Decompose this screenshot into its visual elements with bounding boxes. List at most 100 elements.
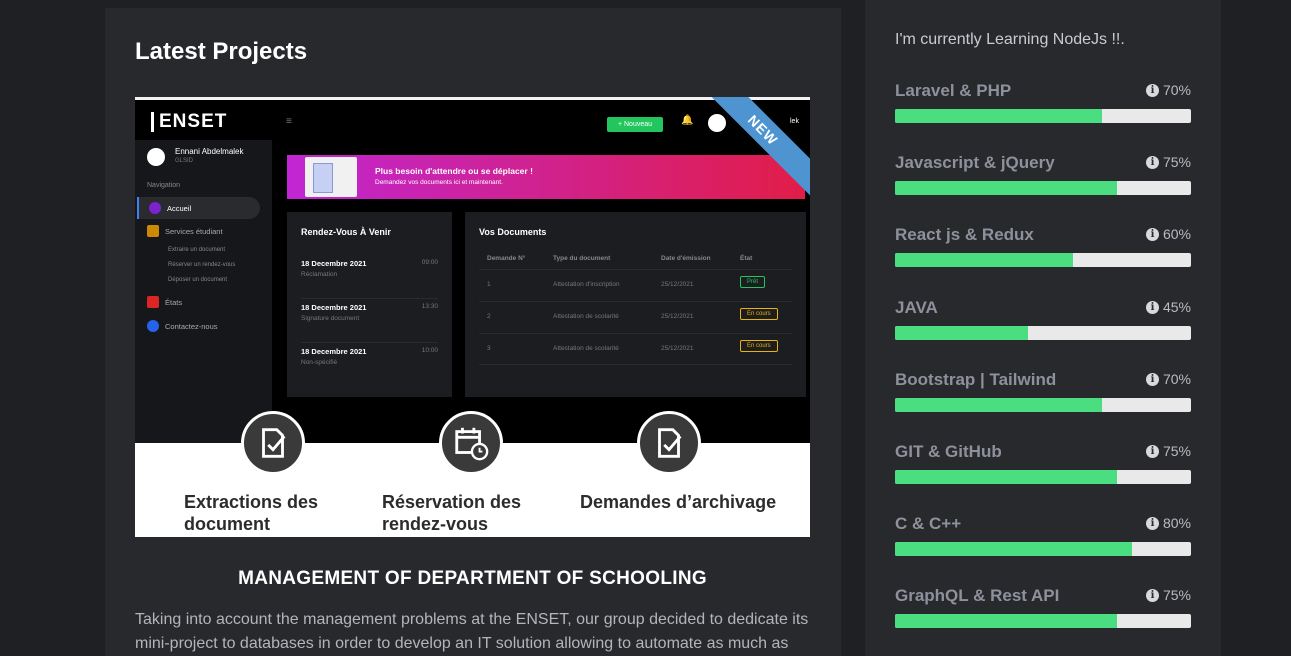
feature-label: Extractions des document (184, 491, 318, 535)
documents-row: 3 Attestation de scolarité 25/12/2021 En… (479, 333, 792, 365)
skill-progress-fill (895, 253, 1073, 267)
skill-progress-fill (895, 109, 1103, 123)
appointment-desc: Non-spécifié (301, 359, 338, 366)
doc-status-badge: Prêt (740, 276, 766, 288)
documents-header: Date d'émission (661, 255, 711, 262)
skill-item: Bootstrap | Tailwind i 70% (895, 370, 1191, 412)
info-icon[interactable]: i (1145, 372, 1159, 386)
skill-item: C & C++ i 80% (895, 514, 1191, 556)
new-button: + Nouveau (607, 117, 663, 132)
sidebar-item-services: Services étudiant (147, 225, 223, 237)
skill-name: Laravel & PHP (895, 81, 1012, 100)
skill-percent-label: 70% (1162, 82, 1191, 98)
skill-name: JAVA (895, 298, 938, 317)
feature-label: Réservation des rendez-vous (382, 491, 521, 535)
skill-progress-fill (895, 326, 1029, 340)
appointment-item: 18 Decembre 2021 Signature document 13:3… (301, 303, 438, 343)
home-icon (149, 202, 161, 214)
skill-item: JAVA i 45% (895, 298, 1191, 340)
info-icon (147, 320, 159, 332)
doc-type: Attestation d'inscription (553, 281, 620, 288)
appointments-card: Rendez-Vous À Venir 18 Decembre 2021 Réc… (287, 212, 452, 397)
doc-status-badge: En cours (740, 340, 778, 352)
skill-name: Javascript & jQuery (895, 153, 1055, 172)
skill-progress-fill (895, 398, 1103, 412)
skill-progress-bar (895, 542, 1191, 556)
skill-name: Bootstrap | Tailwind (895, 370, 1057, 389)
info-icon[interactable]: i (1145, 588, 1159, 602)
info-icon[interactable]: i (1145, 227, 1159, 241)
doc-type: Attestation de scolarité (553, 313, 619, 320)
skill-progress-bar (895, 398, 1191, 412)
skill-percent: i 70% (1145, 371, 1191, 387)
skill-item: React js & Redux i 60% (895, 225, 1191, 267)
info-icon[interactable]: i (1145, 516, 1159, 530)
skill-progress-bar (895, 470, 1191, 484)
banner-illustration (305, 157, 357, 197)
projects-panel: Latest Projects ENSET ≡ + Nouveau 🔔 lek … (105, 8, 841, 656)
appointment-time: 10:00 (421, 347, 438, 354)
sidebar-item-label: Services étudiant (165, 226, 223, 236)
documents-row: 2 Attestation de scolarité 25/12/2021 En… (479, 301, 792, 333)
documents-title: Vos Documents (479, 227, 547, 237)
skill-item: GraphQL & Rest API i 75% (895, 586, 1191, 628)
sidebar-item-contact: Contactez-nous (147, 320, 218, 332)
skill-progress-bar (895, 326, 1191, 340)
doc-date: 25/12/2021 (661, 281, 694, 288)
sidebar-item-label: États (165, 297, 183, 307)
info-icon[interactable]: i (1145, 300, 1159, 314)
skill-percent: i 60% (1145, 226, 1191, 242)
feature-label-line: document (184, 514, 271, 534)
skill-percent-label: 75% (1162, 154, 1191, 170)
appointment-desc: Réclamation (301, 271, 338, 278)
skill-percent: i 75% (1145, 443, 1191, 459)
user-name-short: lek (790, 118, 799, 125)
sidebar-subitem: Déposer un document (168, 277, 228, 283)
feature-label-line: Demandes d’archivage (580, 492, 777, 512)
skill-progress-bar (895, 109, 1191, 123)
banner-title: Plus besoin d'attendre ou se déplacer ! (375, 166, 533, 176)
skill-name: C & C++ (895, 514, 962, 533)
doc-status-badge: En cours (740, 308, 778, 320)
skill-progress-bar (895, 614, 1191, 628)
info-icon[interactable]: i (1145, 444, 1159, 458)
skill-percent: i 80% (1145, 515, 1191, 531)
documents-row: 1 Attestation d'inscription 25/12/2021 P… (479, 269, 792, 301)
skill-percent-label: 70% (1162, 371, 1191, 387)
sidebar-item-label: Contactez-nous (165, 321, 218, 331)
documents-card: Vos Documents Demande N° Type du documen… (465, 212, 806, 397)
feature-label-line: Réservation des (382, 492, 522, 512)
skill-name: React js & Redux (895, 225, 1034, 244)
documents-header: État (740, 255, 753, 262)
appointment-date: 18 Decembre 2021 (301, 259, 367, 268)
project-title[interactable]: MANAGEMENT OF DEPARTMENT OF SCHOOLING (135, 568, 810, 590)
project-description: Taking into account the management probl… (135, 611, 809, 652)
document-check-icon (241, 411, 305, 475)
skill-progress-fill (895, 470, 1117, 484)
screenshot-dashboard: ENSET ≡ + Nouveau 🔔 lek Ennani Abdelmale… (135, 97, 810, 443)
skill-percent-label: 45% (1162, 299, 1191, 315)
appointment-time: 09:00 (421, 259, 438, 266)
enset-logo: ENSET (151, 112, 227, 132)
document-check-icon (637, 411, 701, 475)
feature-label: Demandes d’archivage (580, 491, 776, 513)
skill-percent: i 75% (1145, 154, 1191, 170)
appointment-desc: Signature document (301, 315, 360, 322)
appointment-item: 18 Decembre 2021 Réclamation 09:00 (301, 259, 438, 299)
skill-percent-label: 60% (1162, 226, 1191, 242)
screenshot-banner: Plus besoin d'attendre ou se déplacer ! … (287, 155, 805, 199)
info-icon[interactable]: i (1145, 83, 1159, 97)
sidebar-nav-label: Navigation (147, 182, 181, 189)
documents-header: Demande N° (487, 255, 526, 262)
skill-percent: i 75% (1145, 587, 1191, 603)
learning-text: I'm currently Learning NodeJs !!. (895, 31, 1125, 48)
info-icon[interactable]: i (1145, 155, 1159, 169)
appointment-time: 13:30 (421, 303, 438, 310)
doc-num: 3 (487, 345, 491, 352)
doc-type: Attestation de scolarité (553, 345, 619, 352)
sidebar-avatar (147, 148, 165, 166)
project-screenshot[interactable]: ENSET ≡ + Nouveau 🔔 lek Ennani Abdelmale… (135, 97, 810, 537)
user-avatar-icon (708, 114, 726, 132)
skill-progress-bar (895, 181, 1191, 195)
sidebar-item-label: Accueil (167, 203, 192, 213)
